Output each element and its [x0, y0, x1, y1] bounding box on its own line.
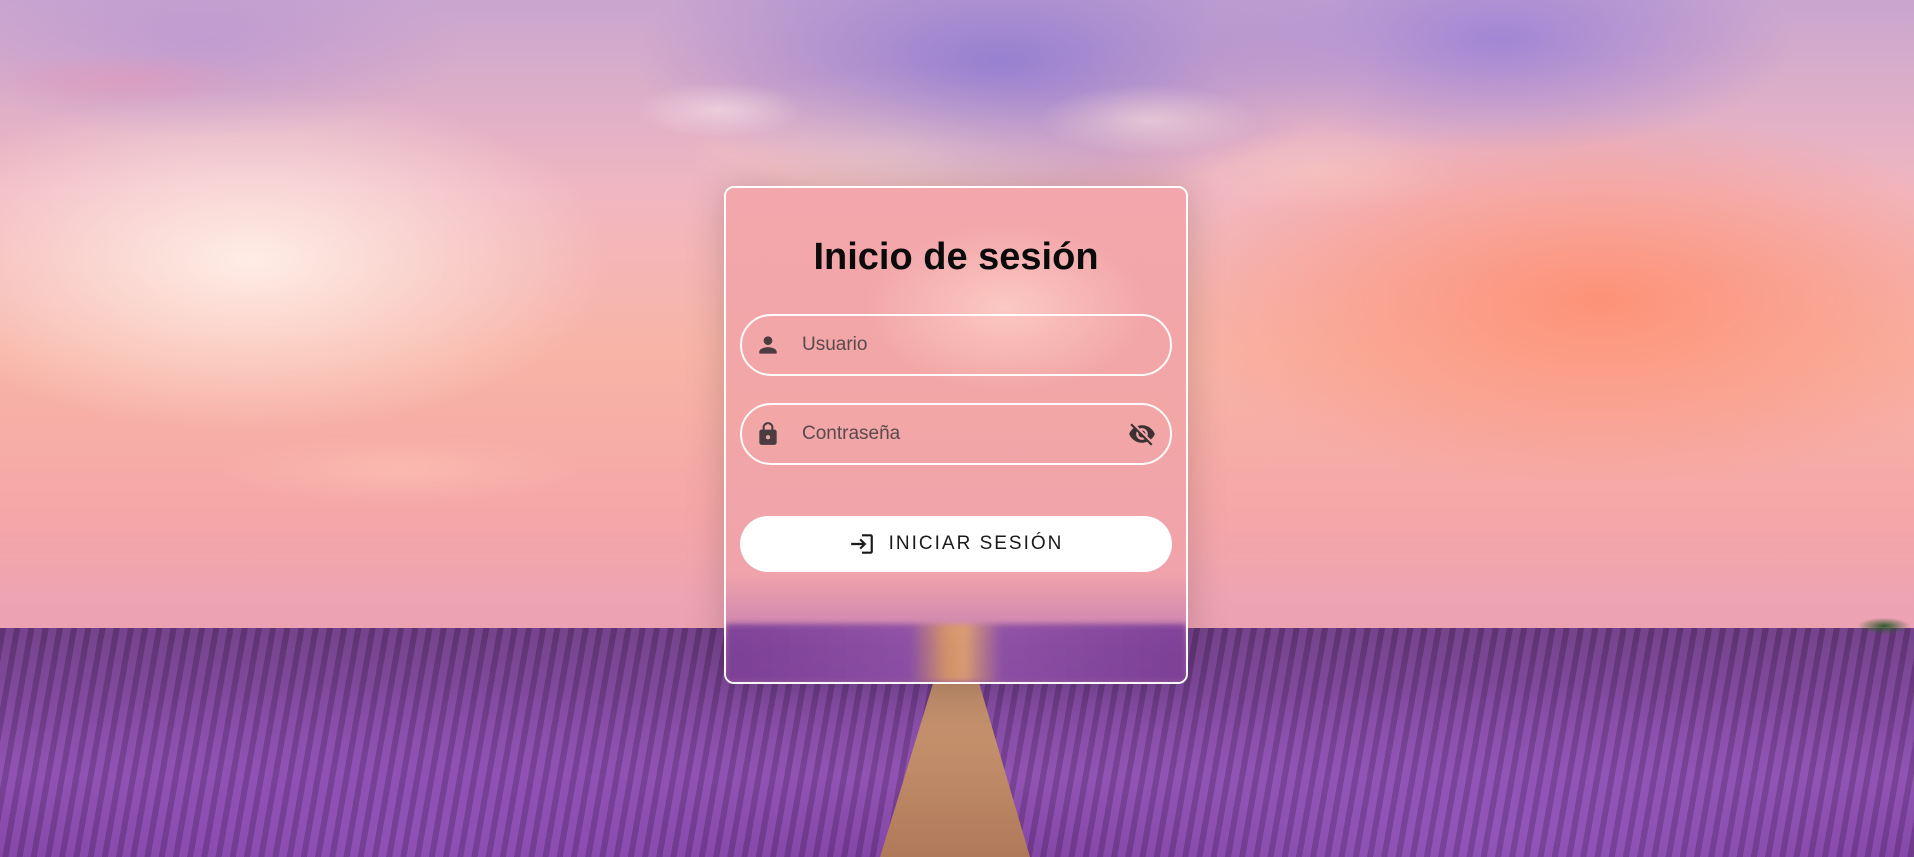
login-title: Inicio de sesión [813, 236, 1099, 278]
card-content: Inicio de sesión INICIAR SESIÓN [726, 188, 1186, 682]
username-input-group [740, 314, 1172, 376]
lock-icon [754, 420, 782, 448]
eye-off-icon[interactable] [1126, 418, 1158, 450]
person-icon [754, 331, 782, 359]
login-button-label: INICIAR SESIÓN [888, 533, 1064, 554]
background-trees [1844, 612, 1914, 634]
password-input-group [740, 403, 1172, 465]
username-input[interactable] [800, 324, 1114, 366]
login-icon [850, 534, 873, 554]
login-card: Inicio de sesión INICIAR SESIÓN [724, 186, 1188, 684]
password-input[interactable] [800, 413, 1114, 455]
login-button[interactable]: INICIAR SESIÓN [740, 516, 1172, 572]
login-page: Inicio de sesión INICIAR SESIÓN [0, 0, 1914, 857]
